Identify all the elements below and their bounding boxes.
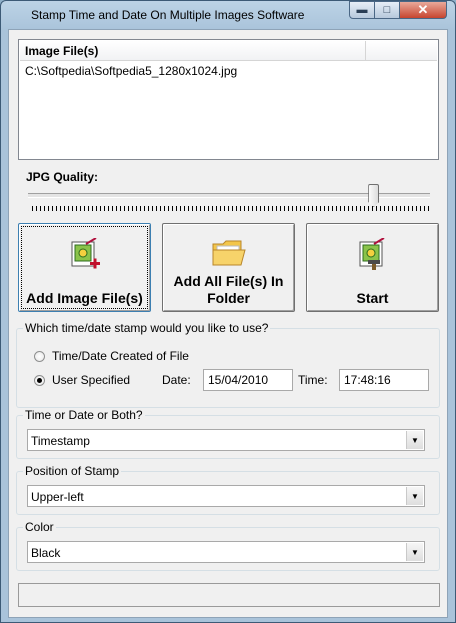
chevron-down-icon[interactable]: ▼ bbox=[406, 431, 423, 449]
list-item[interactable]: C:\Softpedia\Softpedia5_1280x1024.jpg bbox=[25, 64, 237, 78]
time-or-date-value: Timestamp bbox=[31, 434, 90, 448]
column-header-image-files[interactable]: Image File(s) bbox=[20, 41, 366, 60]
jpg-quality-slider-thumb[interactable] bbox=[368, 184, 380, 207]
chevron-down-icon[interactable]: ▼ bbox=[406, 543, 423, 561]
color-select[interactable]: Black ▼ bbox=[27, 541, 425, 563]
position-select[interactable]: Upper-left ▼ bbox=[27, 485, 425, 507]
minimize-button[interactable]: ▬ bbox=[349, 1, 375, 19]
time-or-date-legend: Time or Date or Both? bbox=[23, 408, 145, 422]
stamp-type-legend: Which time/date stamp would you like to … bbox=[23, 321, 271, 335]
title-bar[interactable]: Stamp Time and Date On Multiple Images S… bbox=[1, 1, 455, 29]
add-folder-button[interactable]: Add All File(s) In Folder bbox=[162, 223, 295, 312]
position-legend: Position of Stamp bbox=[23, 464, 122, 478]
close-button[interactable]: ✕ bbox=[399, 1, 447, 19]
chevron-down-icon[interactable]: ▼ bbox=[406, 487, 423, 505]
color-value: Black bbox=[31, 546, 61, 560]
maximize-icon: □ bbox=[383, 4, 391, 16]
maximize-button[interactable]: □ bbox=[374, 1, 400, 19]
folder-icon bbox=[211, 238, 247, 271]
time-or-date-select[interactable]: Timestamp ▼ bbox=[27, 429, 425, 451]
window-title: Stamp Time and Date On Multiple Images S… bbox=[31, 8, 305, 22]
app-window: Stamp Time and Date On Multiple Images S… bbox=[0, 0, 456, 623]
client-area: Image File(s) C:\Softpedia\Softpedia5_12… bbox=[8, 29, 448, 618]
stamp-icon bbox=[356, 237, 390, 275]
close-icon: ✕ bbox=[417, 2, 429, 17]
add-folder-label: Add All File(s) In Folder bbox=[173, 273, 284, 306]
color-group: Color Black ▼ bbox=[16, 520, 440, 571]
position-group: Position of Stamp Upper-left ▼ bbox=[16, 464, 440, 515]
time-label: Time: bbox=[298, 373, 328, 387]
add-image-files-button[interactable]: Add Image File(s) bbox=[18, 223, 151, 312]
radio-created-of-file-label[interactable]: Time/Date Created of File bbox=[52, 349, 189, 363]
color-legend: Color bbox=[23, 520, 56, 534]
add-image-icon bbox=[68, 237, 102, 275]
date-label: Date: bbox=[162, 373, 191, 387]
jpg-quality-label: JPG Quality: bbox=[26, 170, 99, 184]
position-value: Upper-left bbox=[31, 490, 84, 504]
slider-ticks bbox=[32, 206, 430, 211]
radio-user-specified-label[interactable]: User Specified bbox=[52, 373, 130, 387]
start-button[interactable]: Start bbox=[306, 223, 439, 312]
status-bar bbox=[18, 583, 440, 607]
stamp-type-group: Which time/date stamp would you like to … bbox=[16, 321, 440, 408]
start-label: Start bbox=[356, 290, 389, 306]
date-field[interactable]: 15/04/2010 bbox=[203, 369, 293, 391]
add-image-files-label: Add Image File(s) bbox=[26, 290, 143, 306]
time-or-date-group: Time or Date or Both? Timestamp ▼ bbox=[16, 408, 440, 459]
time-field[interactable]: 17:48:16 bbox=[339, 369, 429, 391]
image-file-list[interactable]: Image File(s) C:\Softpedia\Softpedia5_12… bbox=[18, 39, 439, 160]
list-header: Image File(s) bbox=[20, 41, 437, 61]
radio-user-specified[interactable] bbox=[34, 375, 45, 386]
minimize-icon: ▬ bbox=[356, 4, 368, 16]
radio-created-of-file[interactable] bbox=[34, 351, 45, 362]
